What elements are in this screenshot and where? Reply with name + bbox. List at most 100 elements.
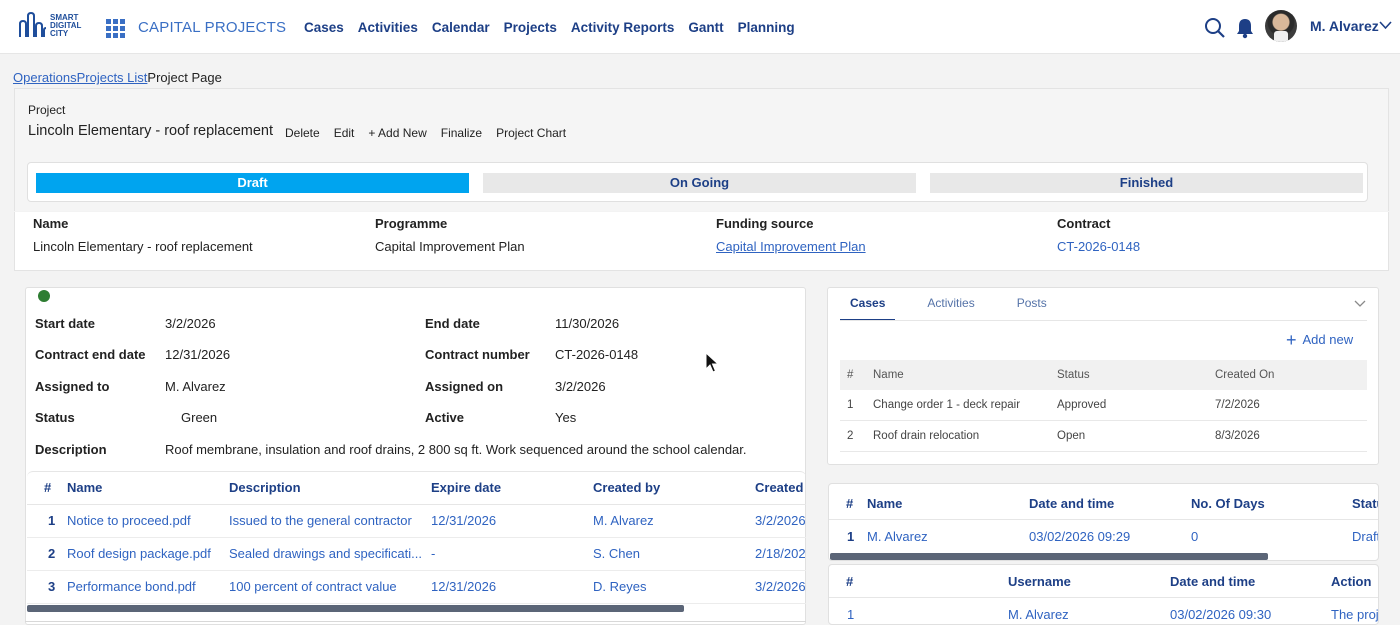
case-name[interactable]: Roof drain relocation [873,430,979,442]
document-created-by: M. Alvarez [593,504,755,538]
breadcrumb-projects-list[interactable]: Projects List [77,70,148,85]
app-title[interactable]: CAPITAL PROJECTS [138,19,286,36]
add-new-case-button[interactable]: + Add new [1286,328,1354,350]
related-items-card: Cases Activities Posts + Add new # Name S… [827,287,1379,465]
document-created-by: D. Reyes [593,570,755,604]
table-row[interactable]: 1 Notice to proceed.pdf Issued to the ge… [27,504,806,538]
plus-icon: + [1286,330,1297,350]
funding-source-label: Funding source [716,216,814,231]
column-header: # [846,496,854,511]
document-expire-date: - [431,537,593,571]
column-header[interactable]: Created [755,472,806,505]
column-header[interactable]: Status [1057,369,1090,381]
table-row[interactable]: 1 Change order 1 - deck repair Approved … [840,390,1367,421]
document-name-link[interactable]: Performance bond.pdf [67,570,229,604]
row-number: 2 [847,430,854,442]
smart-digital-city-logo[interactable]: SMART DIGITAL CITY [18,12,90,42]
stage-draft[interactable]: Draft [36,173,469,193]
start-date-label: Start date [35,316,95,331]
case-created-on: 8/3/2026 [1215,430,1260,442]
delete-button[interactable]: Delete [285,126,320,140]
row-number: 3 [27,570,67,604]
column-header[interactable]: No. Of Days [1191,496,1265,511]
tab-activities[interactable]: Activities [917,296,984,321]
column-header[interactable]: Name [873,369,904,381]
column-header[interactable]: Date and time [1029,496,1114,511]
nav-activities[interactable]: Activities [358,20,418,35]
column-header: # [846,574,854,589]
column-header[interactable]: Name [867,496,902,511]
bell-icon[interactable] [1235,17,1255,39]
stage-finished[interactable]: Finished [930,173,1363,193]
case-created-on: 7/2/2026 [1215,399,1260,411]
history-datetime: 03/02/2026 09:30 [1170,607,1272,622]
case-status: Open [1057,430,1086,442]
column-header[interactable]: Date and time [1170,574,1255,589]
add-new-label: Add new [1302,332,1354,347]
project-label: Project [28,103,66,117]
nav-cases[interactable]: Cases [304,20,344,35]
programme-value: Capital Improvement Plan [375,239,525,254]
contract-number-value: CT-2026-0148 [555,347,639,362]
add-new-button[interactable]: + Add New [368,126,426,140]
nav-calendar[interactable]: Calendar [432,20,490,35]
project-info-row: Name Lincoln Elementary - roof replaceme… [14,212,1389,271]
column-header[interactable]: Created by [593,472,755,505]
row-number: 1 [847,607,855,622]
column-header[interactable]: Action [1331,574,1371,589]
column-header[interactable]: Expire date [431,472,593,505]
row-number: 2 [27,537,67,571]
logo-text-line: CITY [50,29,69,38]
project-title: Lincoln Elementary - roof replacement [28,123,274,139]
column-header[interactable]: Name [67,472,229,505]
end-date-label: End date [425,316,480,331]
horizontal-scrollbar[interactable] [830,553,1268,560]
history-username[interactable]: M. Alvarez [1008,607,1069,622]
chevron-down-icon[interactable] [1379,20,1392,30]
document-created: 3/2/2026 [755,570,806,604]
start-date-value: 3/2/2026 [165,316,216,331]
nav-projects[interactable]: Projects [504,20,557,35]
document-name-link[interactable]: Roof design package.pdf [67,537,229,571]
stage-on-going[interactable]: On Going [483,173,916,193]
document-created: 2/18/2026 [755,537,806,571]
tab-posts[interactable]: Posts [1007,296,1057,321]
nav-activity-reports[interactable]: Activity Reports [571,20,675,35]
table-row[interactable]: 2 Roof design package.pdf Sealed drawing… [27,537,806,571]
assignment-name[interactable]: M. Alvarez [867,529,928,544]
nav-planning[interactable]: Planning [738,20,795,35]
horizontal-scrollbar[interactable] [27,605,684,612]
column-header[interactable]: Description [229,472,431,505]
app-grid-icon[interactable] [106,19,125,38]
edit-button[interactable]: Edit [334,126,355,140]
case-status: Approved [1057,399,1107,411]
column-header[interactable]: Status [1352,496,1378,511]
active-label: Active [425,410,465,425]
project-chart-button[interactable]: Project Chart [496,126,566,140]
nav-gantt[interactable]: Gantt [688,20,723,35]
divider [829,519,1378,520]
user-name[interactable]: M. Alvarez [1310,18,1379,34]
chevron-down-icon[interactable] [1354,298,1366,308]
table-row[interactable]: 2 Roof drain relocation Open 8/3/2026 [840,421,1367,452]
column-header[interactable]: Username [1008,574,1071,589]
table-row[interactable]: 3 Performance bond.pdf 100 percent of co… [27,570,806,604]
case-name[interactable]: Change order 1 - deck repair [873,399,1020,411]
top-bar: SMART DIGITAL CITY CAPITAL PROJECTS Case… [0,0,1400,54]
breadcrumb-operations[interactable]: Operations [13,70,77,85]
tab-cases[interactable]: Cases [840,296,896,321]
search-icon[interactable] [1204,17,1226,39]
column-header[interactable]: Created On [1215,369,1274,381]
description-label: Description [35,442,107,457]
document-name-link[interactable]: Notice to proceed.pdf [67,504,229,538]
divider [25,621,806,625]
row-number: 1 [27,504,67,538]
finalize-button[interactable]: Finalize [441,126,482,140]
funding-source-link[interactable]: Capital Improvement Plan [716,239,866,254]
assigned-to-label: Assigned to [35,379,110,394]
contract-value[interactable]: CT-2026-0148 [1057,239,1140,254]
name-label: Name [33,216,69,231]
breadcrumb-current: Project Page [147,70,222,85]
stage-progress: Draft On Going Finished [27,162,1368,202]
avatar[interactable] [1265,10,1297,42]
